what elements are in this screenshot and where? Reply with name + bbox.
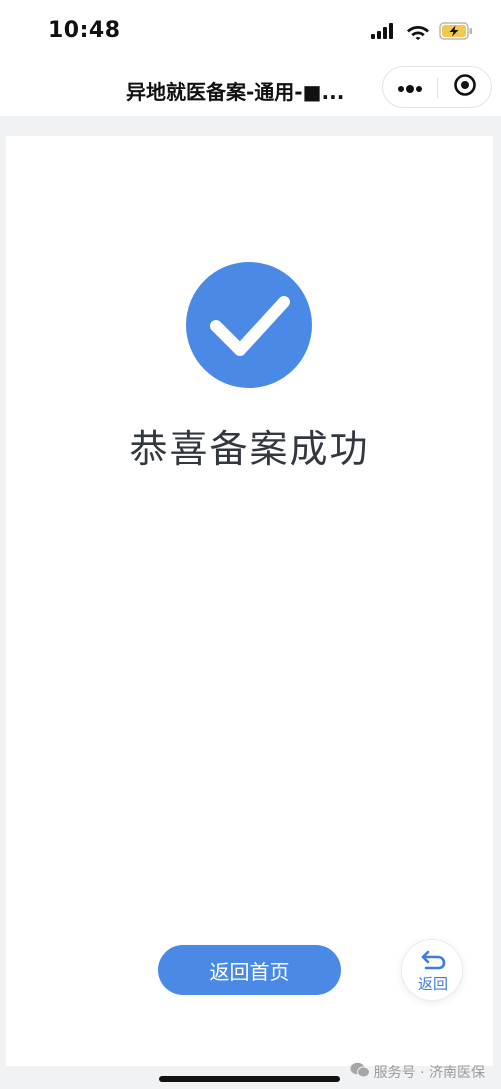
battery-charging-icon — [439, 22, 473, 44]
success-title: 恭喜备案成功 — [129, 427, 370, 471]
success-badge — [186, 262, 312, 388]
wechat-icon — [350, 1062, 370, 1082]
status-time: 10:48 — [48, 18, 121, 43]
return-home-button[interactable]: 返回首页 — [158, 945, 341, 995]
watermark: 服务号 · 济南医保 — [350, 1062, 485, 1082]
more-button[interactable] — [383, 67, 437, 107]
wifi-icon — [406, 23, 430, 44]
mini-program-capsule — [382, 66, 492, 108]
status-bar: 10:48 — [0, 0, 501, 60]
nav-bar: 异地就医备案-通用-■... — [0, 60, 501, 116]
result-card: 恭喜备案成功 — [6, 136, 493, 1066]
checkmark-icon — [186, 296, 312, 392]
page-title: 异地就医备案-通用-■... — [126, 80, 345, 104]
return-arrow-icon — [418, 948, 448, 976]
watermark-text: 服务号 · 济南医保 — [373, 1065, 485, 1081]
back-button[interactable]: 返回 — [401, 939, 463, 1001]
cellular-signal-icon — [371, 23, 397, 43]
more-dots-icon — [397, 78, 423, 97]
back-button-label: 返回 — [417, 975, 448, 993]
target-close-icon — [453, 73, 477, 101]
status-icons — [371, 22, 473, 44]
home-indicator — [159, 1076, 340, 1082]
close-mini-program-button[interactable] — [438, 67, 492, 107]
